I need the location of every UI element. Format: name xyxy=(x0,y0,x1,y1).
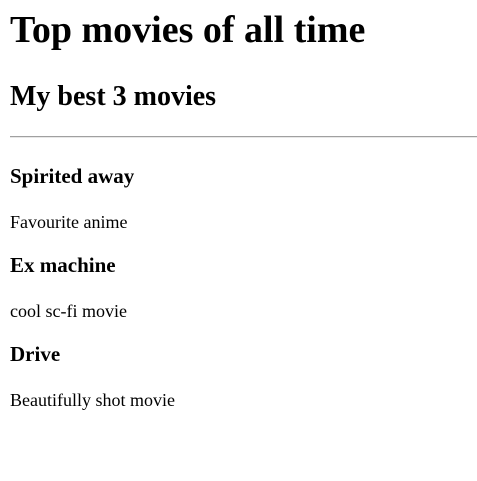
movie-item: Drive Beautifully shot movie xyxy=(10,341,470,411)
movie-item: Ex machine cool sc-fi movie xyxy=(10,252,470,322)
page-title: Top movies of all time xyxy=(10,9,366,51)
page-subtitle: My best 3 movies xyxy=(10,81,217,112)
movie-title: Spirited away xyxy=(10,164,135,188)
divider xyxy=(10,136,477,138)
page: Top movies of all time My best 3 movies … xyxy=(0,0,477,481)
movie-list: Spirited away Favourite anime Ex machine… xyxy=(10,163,470,411)
movie-description: Favourite anime xyxy=(10,212,128,232)
movie-title: Drive xyxy=(10,342,61,366)
movie-item: Spirited away Favourite anime xyxy=(10,163,470,233)
movie-title: Ex machine xyxy=(10,253,116,277)
movie-description: cool sc-fi movie xyxy=(10,301,127,321)
movie-description: Beautifully shot movie xyxy=(10,390,175,410)
